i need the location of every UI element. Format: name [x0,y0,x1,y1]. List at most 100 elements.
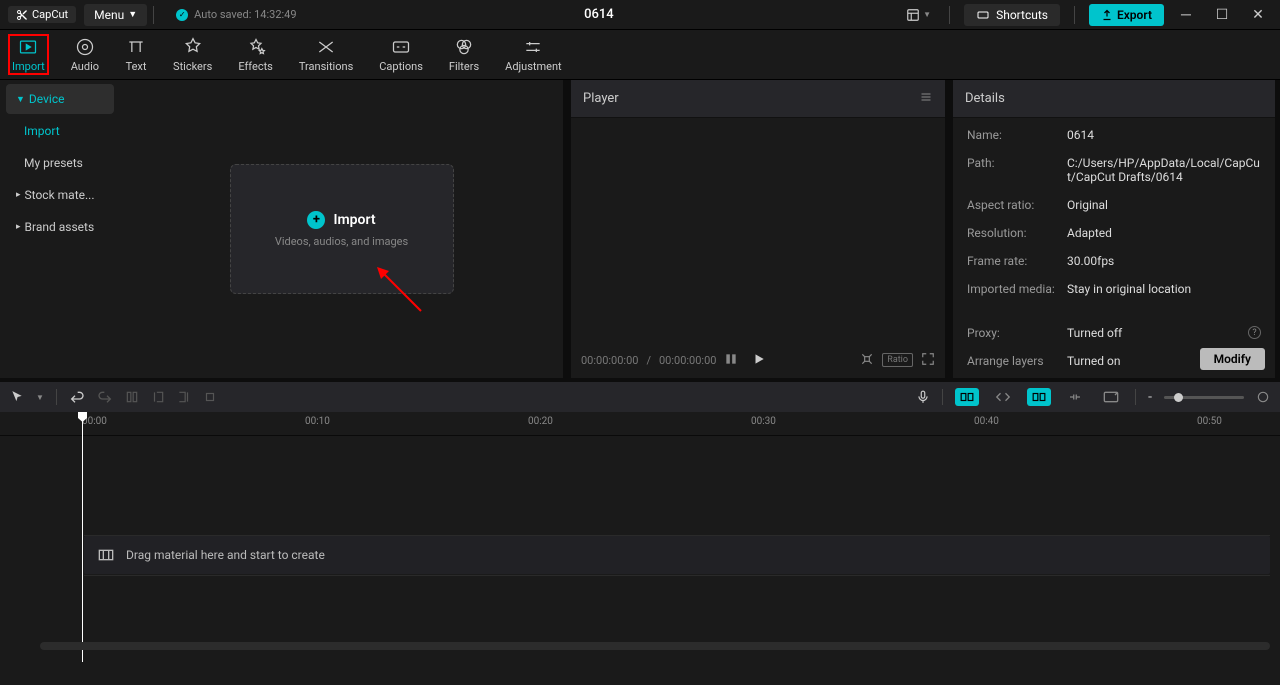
layout-icon [905,8,921,22]
split-icon [125,390,139,404]
crop-button[interactable] [860,352,874,369]
divider [949,6,950,24]
sidebar-item-stock[interactable]: ▸ Stock mate... [6,180,114,210]
cursor-dropdown[interactable]: ▼ [36,393,44,402]
lines-icon [919,91,933,103]
timeline-toolbar: ▼ [0,382,1280,412]
audio-icon [74,36,96,58]
zoom-out-button[interactable]: - [1148,389,1152,405]
redo-button[interactable] [97,389,113,405]
caret-right-icon: ▸ [16,190,21,200]
info-icon[interactable]: ? [1248,326,1261,339]
menu-button[interactable]: Menu ▼ [84,4,147,26]
ratio-button[interactable]: Ratio [882,353,913,367]
app-name: CapCut [32,8,68,21]
layout-button[interactable]: ▼ [901,4,935,26]
cut-left-button[interactable] [151,390,165,404]
tab-text[interactable]: Text [121,34,151,75]
details-panel: Details Name:0614 Path:C:/Users/HP/AppDa… [953,80,1275,378]
tab-filters[interactable]: Filters [445,34,483,75]
sidebar-item-brand[interactable]: ▸ Brand assets [6,212,114,242]
media-panel: ▼ Device Import My presets ▸ Stock mate.… [0,80,563,378]
cursor-icon [10,390,24,404]
check-icon: ✓ [176,9,188,21]
maximize-button[interactable]: ☐ [1208,1,1236,29]
player-viewport [571,118,945,342]
stickers-icon [182,36,204,58]
sidebar-item-presets[interactable]: My presets [6,148,114,178]
media-dropzone-area: + Import Videos, audios, and images [120,80,563,378]
play-button[interactable] [752,352,766,369]
filters-icon [453,36,475,58]
undo-button[interactable] [69,389,85,405]
cut-right-button[interactable] [177,390,191,404]
divider [1074,6,1075,24]
caret-right-icon: ▸ [16,222,21,232]
chevron-down-icon: ▼ [128,9,137,20]
tab-captions[interactable]: Captions [375,34,427,75]
snap-main-toggle[interactable] [955,388,979,406]
track-drop-hint[interactable]: Drag material here and start to create [84,536,1270,574]
adjustment-icon [522,36,544,58]
player-menu-button[interactable] [919,91,933,106]
expand-icon [921,352,935,366]
ruler-mark: 00:50 [1197,416,1222,427]
plus-icon: + [307,211,325,229]
detail-row-proxy: Proxy:Turned off? [967,326,1261,340]
modify-button[interactable]: Modify [1200,348,1265,370]
app-logo: CapCut [8,6,76,23]
import-dropzone[interactable]: + Import Videos, audios, and images [230,164,454,294]
preview-toggle[interactable] [1099,388,1123,406]
link-toggle[interactable] [1063,388,1087,406]
time-current: 00:00:00:00 [581,354,638,367]
mic-button[interactable] [916,389,930,405]
player-panel: Player 00:00:00:00 / 00:00:00:00 Ratio [571,80,945,378]
tab-adjustment[interactable]: Adjustment [501,34,566,75]
titlebar: CapCut Menu ▼ ✓ Auto saved: 14:32:49 061… [0,0,1280,30]
timeline: ▼ [0,382,1280,685]
import-icon [17,36,39,58]
compare-button[interactable] [724,352,738,369]
sidebar-item-device[interactable]: ▼ Device [6,84,114,114]
cursor-tool[interactable] [10,390,24,404]
delete-button[interactable] [203,390,217,404]
tab-audio[interactable]: Audio [67,34,103,75]
tab-transitions[interactable]: Transitions [295,34,357,75]
detail-row-framerate: Frame rate:30.00fps [967,254,1261,268]
horizontal-scrollbar[interactable] [40,642,1270,650]
snap-toggle-3[interactable] [1027,388,1051,406]
fullscreen-button[interactable] [921,352,935,369]
zoom-thumb[interactable] [1174,393,1183,402]
divider [153,6,154,24]
timeline-ruler[interactable]: 00:00 00:10 00:20 00:30 00:40 00:50 [0,412,1280,436]
play-icon [752,352,766,366]
split-button[interactable] [125,390,139,404]
sidebar-item-import[interactable]: Import [6,116,114,146]
zoom-slider[interactable] [1164,396,1244,399]
details-body: Name:0614 Path:C:/Users/HP/AppData/Local… [953,118,1275,378]
main-area: ▼ Device Import My presets ▸ Stock mate.… [0,80,1280,378]
project-title: 0614 [297,7,902,22]
detail-row-path: Path:C:/Users/HP/AppData/Local/CapCut/Ca… [967,156,1261,184]
tab-import[interactable]: Import [8,34,49,75]
snap-toggle-2[interactable] [991,388,1015,406]
zoom-fit-button[interactable] [1256,390,1270,404]
shortcuts-button[interactable]: Shortcuts [964,4,1060,26]
video-track-icon [98,549,114,561]
tab-stickers[interactable]: Stickers [169,34,216,75]
export-button[interactable]: Export [1089,4,1164,26]
minimize-button[interactable]: ─ [1172,1,1200,29]
timeline-tracks[interactable]: Drag material here and start to create [0,436,1280,656]
snap-main-icon [960,392,974,402]
details-header: Details [953,80,1275,118]
tab-effects[interactable]: Effects [234,34,277,75]
details-title: Details [965,91,1005,106]
scissors-icon [16,9,28,21]
effects-icon [245,36,267,58]
preview-icon [1103,391,1119,403]
close-button[interactable]: ✕ [1244,1,1272,29]
caret-down-icon: ▼ [16,94,25,105]
detail-row-name: Name:0614 [967,128,1261,142]
ruler-mark: 00:20 [528,416,553,427]
autosave-status: ✓ Auto saved: 14:32:49 [176,8,296,21]
